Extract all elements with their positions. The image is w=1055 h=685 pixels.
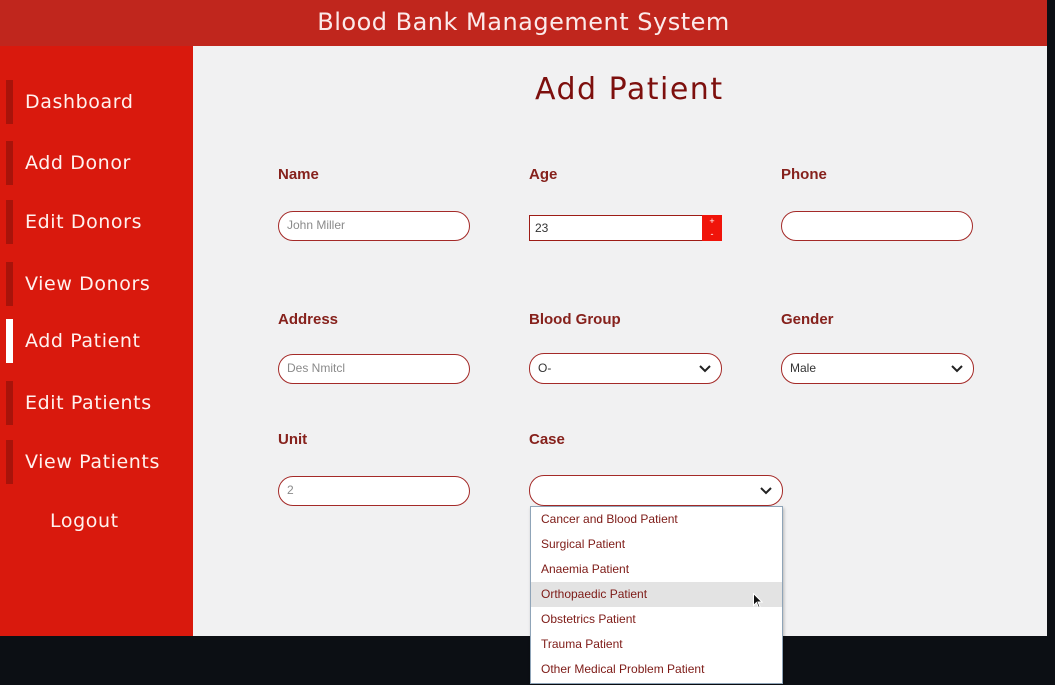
unit-label: Unit	[278, 431, 308, 448]
case-select[interactable]	[529, 475, 783, 506]
sidebar-item-label: Edit Patients	[25, 392, 152, 414]
sidebar-item-add-patient[interactable]: Add Patient	[0, 319, 193, 363]
sidebar-item-label: Add Donor	[25, 152, 131, 174]
chevron-down-icon	[951, 365, 963, 373]
case-option[interactable]: Other Medical Problem Patient	[531, 657, 782, 682]
phone-input[interactable]	[781, 211, 973, 241]
gender-select[interactable]: Male	[781, 353, 974, 384]
address-label: Address	[278, 311, 339, 328]
case-option[interactable]: Anaemia Patient	[531, 557, 782, 582]
logout-label: Logout	[50, 510, 119, 532]
sidebar-item-label: Edit Donors	[25, 211, 143, 233]
case-option[interactable]: Cancer and Blood Patient	[531, 507, 782, 532]
sidebar-item-label: View Donors	[25, 273, 151, 295]
case-option[interactable]: Trauma Patient	[531, 632, 782, 657]
sidebar: Dashboard Add Donor Edit Donors View Don…	[0, 46, 193, 636]
sidebar-item-dashboard[interactable]: Dashboard	[0, 80, 193, 124]
age-label: Age	[529, 166, 558, 183]
mouse-pointer-icon	[753, 593, 763, 609]
phone-label: Phone	[781, 166, 827, 183]
sidebar-item-edit-donors[interactable]: Edit Donors	[0, 200, 193, 244]
case-option[interactable]: Surgical Patient	[531, 532, 782, 557]
address-input[interactable]: Des Nmitcl	[278, 354, 470, 384]
app-title: Blood Bank Management System	[0, 0, 1047, 46]
blood-group-label: Blood Group	[529, 311, 621, 328]
blood-group-selected: O-	[538, 361, 552, 375]
sidebar-item-label: View Patients	[25, 451, 160, 473]
sidebar-item-active-indicator	[6, 319, 13, 363]
sidebar-item-edit-patients[interactable]: Edit Patients	[0, 381, 193, 425]
age-increment-button[interactable]: +	[702, 215, 722, 228]
page-title: Add Patient	[535, 72, 724, 107]
sidebar-item-indicator	[6, 141, 13, 185]
age-spinner-field[interactable]: 23 + -	[529, 215, 722, 241]
name-label: Name	[278, 166, 319, 183]
sidebar-item-label: Dashboard	[25, 91, 134, 113]
sidebar-item-label: Add Patient	[25, 330, 141, 352]
sidebar-item-indicator	[6, 440, 13, 484]
gender-label: Gender	[781, 311, 834, 328]
chevron-down-icon	[699, 365, 711, 373]
logout-button[interactable]: Logout	[0, 499, 193, 543]
sidebar-item-indicator	[6, 381, 13, 425]
chevron-down-icon	[760, 487, 772, 495]
unit-input[interactable]: 2	[278, 476, 470, 506]
age-value: 23	[535, 221, 549, 235]
age-spinner-buttons: + -	[702, 215, 722, 241]
gender-selected: Male	[790, 361, 817, 375]
case-option[interactable]: Obstetrics Patient	[531, 607, 782, 632]
app-window: Blood Bank Management System Dashboard A…	[0, 0, 1047, 636]
case-dropdown-list: Cancer and Blood Patient Surgical Patien…	[530, 506, 783, 684]
sidebar-item-indicator	[6, 200, 13, 244]
case-option-hovered[interactable]: Orthopaedic Patient	[531, 582, 782, 607]
sidebar-item-indicator	[6, 262, 13, 306]
sidebar-item-indicator	[6, 80, 13, 124]
blood-group-select[interactable]: O-	[529, 353, 722, 384]
sidebar-item-add-donor[interactable]: Add Donor	[0, 141, 193, 185]
sidebar-item-view-donors[interactable]: View Donors	[0, 262, 193, 306]
sidebar-item-view-patients[interactable]: View Patients	[0, 440, 193, 484]
case-label: Case	[529, 431, 565, 448]
name-input[interactable]: John Miller	[278, 211, 470, 241]
age-decrement-button[interactable]: -	[702, 228, 722, 241]
